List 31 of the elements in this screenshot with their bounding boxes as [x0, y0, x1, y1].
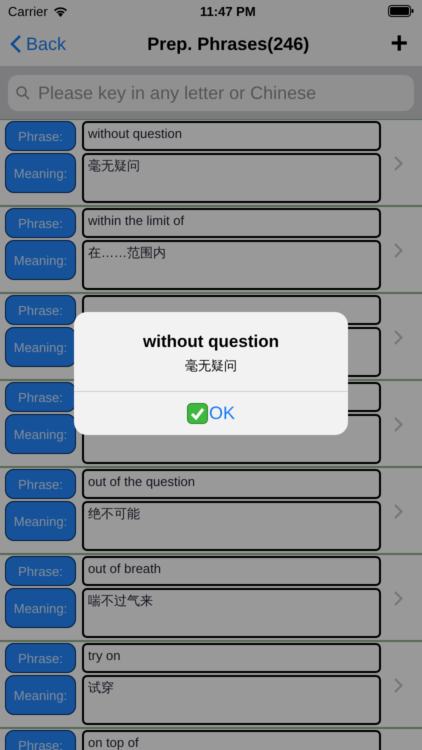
meaning-label: Meaning:	[5, 675, 76, 715]
meaning-field: 毫无疑问	[82, 153, 381, 203]
meaning-label: Meaning:	[5, 501, 76, 541]
phrase-field: out of the question	[82, 469, 381, 499]
meaning-label: Meaning:	[5, 153, 76, 193]
alert-message: 毫无疑问	[185, 357, 237, 375]
meaning-field: 喘不过气来	[82, 588, 381, 638]
meaning-field: 绝不可能	[82, 501, 381, 551]
phrase-field: on top of	[82, 730, 381, 750]
phrase-field: without question	[82, 121, 381, 151]
phrase-label: Phrase:	[5, 556, 76, 586]
meaning-label: Meaning:	[5, 588, 76, 628]
meaning-field: 在……范围内	[82, 240, 381, 290]
alert-title: without question	[143, 332, 279, 352]
phrase-field: try on	[82, 643, 381, 673]
status-time: 11:47 PM	[200, 4, 256, 18]
phrase-label: Phrase:	[5, 121, 76, 151]
phrase-label: Phrase:	[5, 469, 76, 499]
phrase-label: Phrase:	[5, 208, 76, 238]
carrier-label: Carrier	[8, 4, 48, 18]
phrase-field: within the limit of	[82, 208, 381, 238]
phrase-label: Phrase:	[5, 295, 76, 325]
phrase-field: out of breath	[82, 556, 381, 586]
phrase-label: Phrase:	[5, 382, 76, 412]
meaning-label: Meaning:	[5, 414, 76, 454]
meaning-field: 试穿	[82, 675, 381, 725]
meaning-label: Meaning:	[5, 327, 76, 367]
meaning-label: Meaning:	[5, 240, 76, 280]
phrase-label: Phrase:	[5, 730, 76, 750]
phrase-label: Phrase:	[5, 643, 76, 673]
nav-title: Prep. Phrases(246)	[147, 34, 310, 54]
